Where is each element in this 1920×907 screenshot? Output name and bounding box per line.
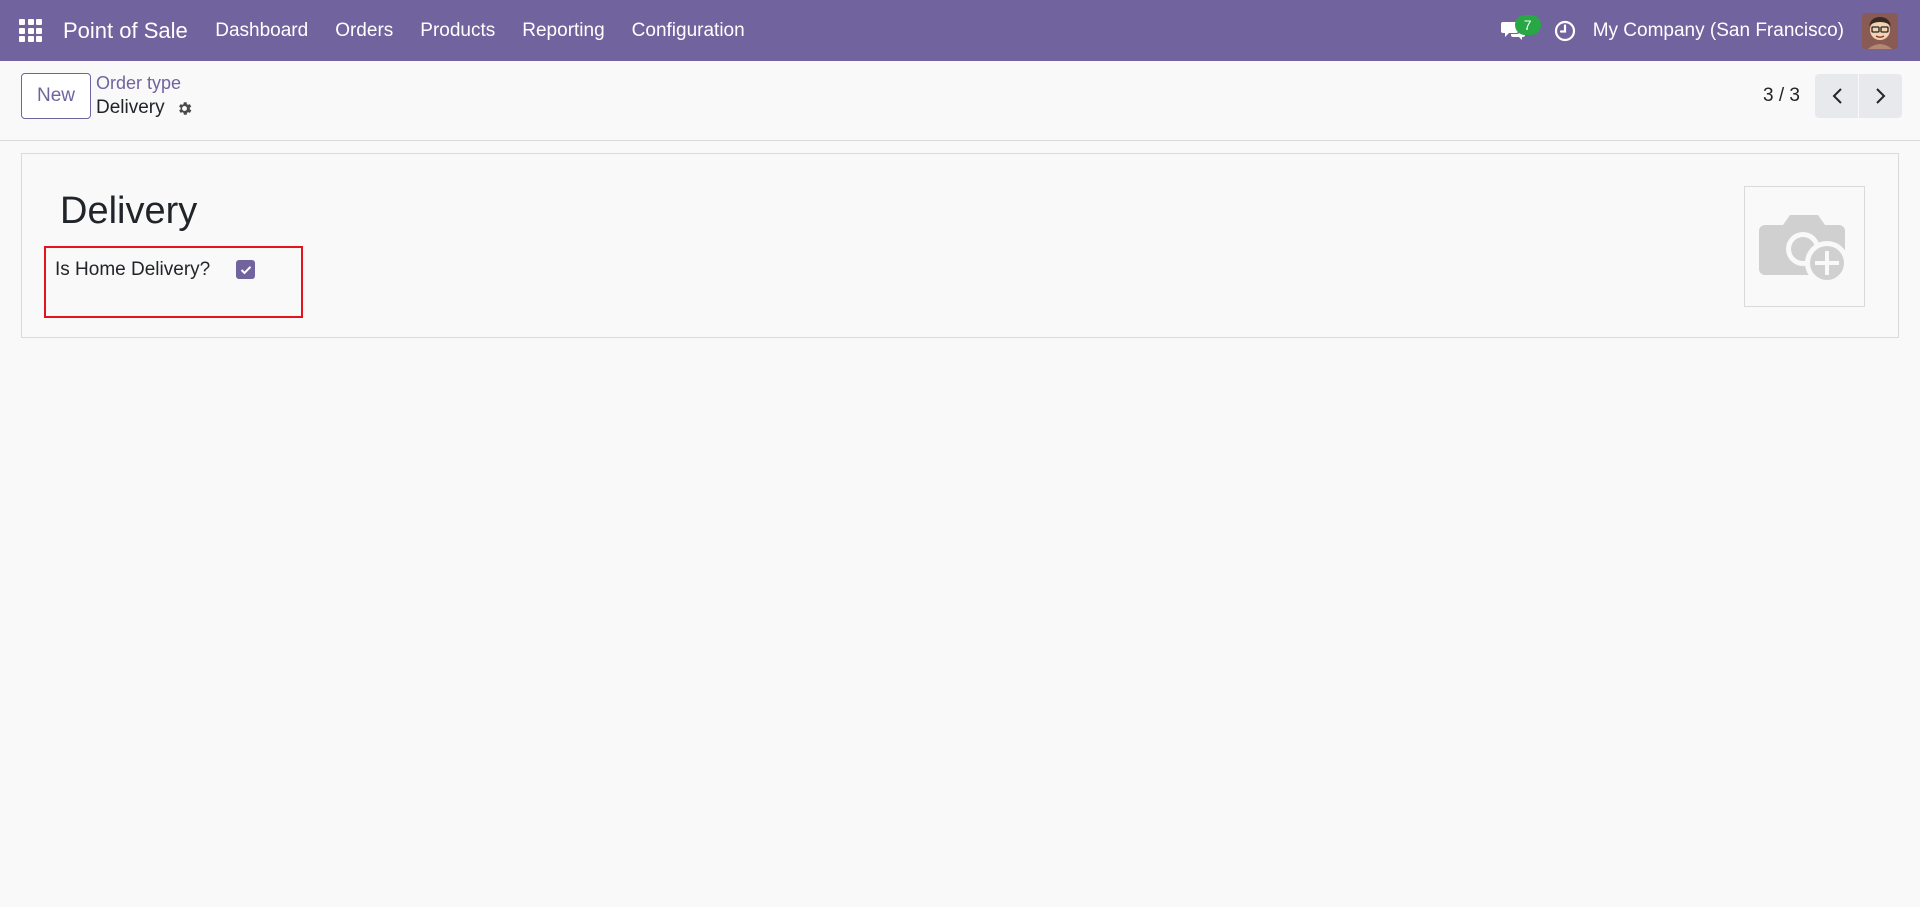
apps-menu-icon[interactable]: [0, 0, 61, 61]
check-icon: [240, 265, 251, 274]
navbar-systray: 7 My Company (San Francisco): [1493, 0, 1920, 61]
menu-item-configuration[interactable]: Configuration: [618, 0, 758, 61]
home-delivery-checkbox[interactable]: [236, 260, 255, 279]
breadcrumb-current: Delivery: [96, 97, 195, 119]
company-switcher[interactable]: My Company (San Francisco): [1593, 20, 1844, 42]
highlight-annotation: [44, 246, 303, 318]
menu-item-products[interactable]: Products: [407, 0, 509, 61]
camera-plus-icon: [1758, 214, 1849, 285]
menu-item-reporting[interactable]: Reporting: [509, 0, 618, 61]
app-title[interactable]: Point of Sale: [63, 18, 188, 44]
messages-button[interactable]: 7: [1493, 11, 1541, 51]
pager-next-button[interactable]: [1859, 74, 1902, 118]
breadcrumb-order-type[interactable]: Order type: [96, 73, 181, 94]
home-delivery-label: Is Home Delivery?: [55, 259, 211, 280]
new-button[interactable]: New: [21, 73, 91, 119]
pager-value[interactable]: 3 / 3: [1763, 85, 1800, 107]
breadcrumb-current-label: Delivery: [96, 97, 165, 118]
user-avatar[interactable]: [1862, 12, 1898, 49]
menu-item-dashboard[interactable]: Dashboard: [202, 0, 322, 61]
menu-item-orders[interactable]: Orders: [322, 0, 407, 61]
image-upload-field[interactable]: [1744, 186, 1865, 307]
top-navbar: Point of Sale Dashboard Orders Products …: [0, 0, 1920, 61]
record-title[interactable]: Delivery: [60, 190, 197, 233]
pager-previous-button[interactable]: [1815, 74, 1858, 118]
chevron-left-icon: [1832, 88, 1842, 104]
main-menu: Dashboard Orders Products Reporting Conf…: [202, 0, 758, 61]
chevron-right-icon: [1875, 88, 1885, 104]
activities-button[interactable]: [1547, 11, 1583, 51]
messages-count-badge: 7: [1514, 14, 1541, 35]
gear-icon[interactable]: [175, 98, 195, 118]
form-sheet: Delivery Is Home Delivery?: [21, 153, 1899, 338]
clock-icon: [1554, 20, 1575, 41]
control-panel: New Order type Delivery 3 / 3: [0, 61, 1920, 141]
